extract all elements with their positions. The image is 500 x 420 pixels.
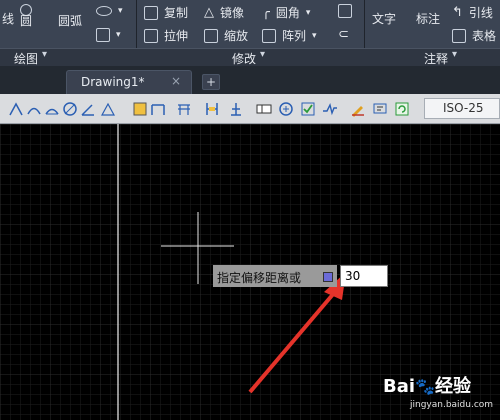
- prompt-text: 指定偏移距离或: [217, 271, 302, 285]
- watermark-logo: Bai🐾经验: [383, 372, 471, 398]
- linear-dim-icon[interactable]: [8, 101, 24, 117]
- text-label: 文字: [372, 12, 397, 26]
- scale-icon: [204, 28, 218, 43]
- hatch-icon: [96, 28, 110, 42]
- angular-dim-icon[interactable]: [80, 101, 96, 117]
- stretch-icon: [144, 28, 158, 43]
- box-icon: [338, 4, 352, 18]
- jog-icon[interactable]: [322, 101, 338, 117]
- tab-title: Drawing1*: [81, 75, 145, 89]
- copy-button[interactable]: 复制: [144, 4, 188, 21]
- scale-label: 缩放: [224, 29, 249, 43]
- copy-label: 复制: [164, 6, 189, 20]
- break-dim-icon[interactable]: [228, 101, 244, 117]
- leader-icon: ↰: [452, 5, 463, 20]
- panel-annotation-label[interactable]: 注释: [424, 50, 448, 67]
- chevron-down-icon[interactable]: ▾: [260, 49, 265, 60]
- dimension-label: 标注: [416, 12, 441, 26]
- arc-label: 圆弧: [58, 14, 83, 28]
- chevron-down-icon: ▾: [116, 30, 121, 40]
- ribbon-arc[interactable]: 圆弧: [58, 12, 82, 29]
- arc-dim-icon[interactable]: [44, 101, 60, 117]
- chevron-down-icon[interactable]: ▾: [452, 49, 457, 60]
- chevron-down-icon[interactable]: ▾: [42, 49, 47, 60]
- box-button[interactable]: [338, 4, 352, 18]
- tolerance-icon[interactable]: [256, 101, 272, 117]
- edit-text-icon[interactable]: [372, 101, 388, 117]
- table-button[interactable]: 表格: [452, 27, 496, 44]
- baseline-dim-icon[interactable]: [150, 101, 166, 117]
- text-button[interactable]: 文字: [372, 10, 396, 27]
- ribbon-line[interactable]: 线: [2, 10, 14, 27]
- tab-drawing1[interactable]: Drawing1* ×: [66, 70, 192, 94]
- chevron-down-icon: ▾: [312, 30, 317, 41]
- ribbon-panel-bar: 绘图 ▾ 修改 ▾ 注释 ▾: [0, 48, 500, 66]
- quick-dim-icon[interactable]: [132, 101, 148, 117]
- continue-dim-icon[interactable]: [176, 101, 192, 117]
- options-dropdown-icon[interactable]: [323, 272, 333, 282]
- scale-button[interactable]: 缩放: [204, 27, 248, 44]
- annotation-arrow-shaft: [248, 284, 342, 394]
- ribbon-circle-label-wrap[interactable]: 圆: [20, 12, 32, 29]
- update-dim-icon[interactable]: [394, 101, 410, 117]
- center-mark-icon[interactable]: [278, 101, 294, 117]
- aligned-dim-icon[interactable]: [26, 101, 42, 117]
- circle-label: 圆: [20, 14, 33, 28]
- fillet-button[interactable]: ╭ 圆角 ▾: [262, 4, 310, 21]
- chevron-down-icon: ▾: [118, 6, 123, 16]
- watermark-brand2: 经验: [434, 376, 471, 397]
- angle-dim-icon[interactable]: [100, 101, 116, 117]
- close-icon[interactable]: ×: [171, 74, 181, 88]
- watermark-brand: Bai: [383, 376, 416, 397]
- new-tab-button[interactable]: +: [202, 74, 220, 90]
- ribbon-ellipse[interactable]: ▾: [96, 6, 123, 16]
- offset-icon: ⊂: [338, 27, 349, 42]
- dimstyle-select[interactable]: ISO-25: [424, 98, 500, 119]
- inspect-icon[interactable]: [300, 101, 316, 117]
- table-label: 表格: [472, 29, 497, 43]
- array-button[interactable]: 阵列 ▾: [262, 27, 317, 44]
- dynamic-input-prompt: 指定偏移距离或: [213, 265, 337, 287]
- leader-label: 引线: [468, 6, 493, 20]
- paw-icon: 🐾: [415, 377, 435, 396]
- ellipse-icon: [96, 6, 112, 16]
- copy-icon: [144, 5, 158, 20]
- mirror-button[interactable]: △ 镜像: [204, 4, 244, 21]
- fillet-icon: ╭: [262, 5, 270, 20]
- array-icon: [262, 28, 276, 43]
- watermark-url: jingyan.baidu.com: [410, 400, 494, 410]
- mirror-label: 镜像: [220, 6, 245, 20]
- fillet-label: 圆角: [275, 6, 300, 20]
- edit-dim-icon[interactable]: [350, 101, 366, 117]
- dimension-button[interactable]: 标注: [416, 10, 440, 27]
- panel-draw-label[interactable]: 绘图: [14, 50, 38, 67]
- offset-button[interactable]: ⊂: [338, 27, 349, 42]
- stretch-label: 拉伸: [164, 29, 189, 43]
- radius-dim-icon[interactable]: [62, 101, 78, 117]
- table-icon: [452, 28, 466, 43]
- panel-modify-label[interactable]: 修改: [232, 50, 256, 67]
- line-label: 线: [2, 12, 15, 26]
- ribbon: 线 圆 圆弧 ▾ ▾ 复制 △ 镜像 ╭ 圆角 ▾ 拉伸 缩放 阵列 ▾ ⊂ 文…: [0, 0, 500, 66]
- mirror-icon: △: [204, 5, 214, 20]
- stretch-button[interactable]: 拉伸: [144, 27, 188, 44]
- document-tab-bar: Drawing1* × +: [0, 66, 500, 94]
- array-label: 阵列: [282, 29, 307, 43]
- ribbon-hatch[interactable]: ▾: [96, 28, 121, 42]
- chevron-down-icon: ▾: [305, 7, 311, 18]
- dimension-toolbar: ISO-25: [0, 94, 500, 124]
- leader-button[interactable]: ↰ 引线: [452, 4, 493, 21]
- space-dim-icon[interactable]: [204, 101, 220, 117]
- offset-distance-input[interactable]: 30: [340, 265, 388, 287]
